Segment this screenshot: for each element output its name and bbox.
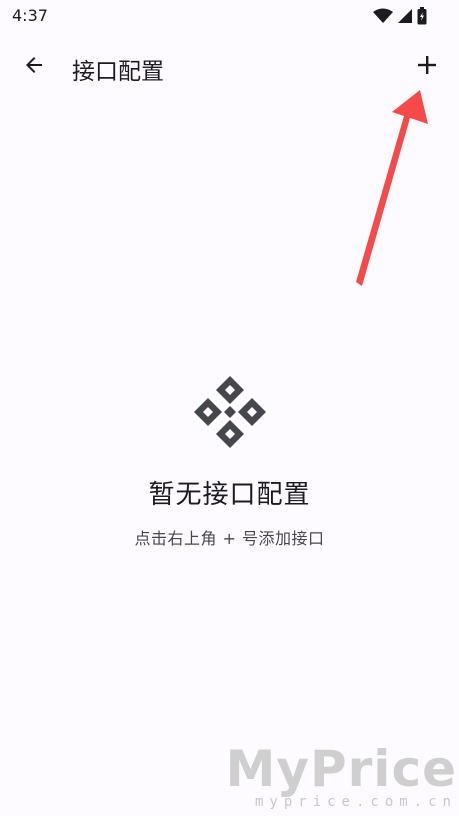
watermark: MyPrice myprice.com.cn (226, 742, 457, 810)
empty-state-hint: 点击右上角 + 号添加接口 (134, 529, 325, 548)
plus-icon (416, 54, 438, 80)
empty-state: 暂无接口配置 点击右上角 + 号添加接口 (0, 372, 459, 549)
empty-state-title: 暂无接口配置 (148, 480, 311, 510)
battery-icon (417, 7, 427, 29)
arrow-left-icon (22, 53, 46, 81)
wifi-icon (373, 8, 393, 28)
status-time: 4:37 (12, 6, 48, 25)
app-bar: 接口配置 (0, 38, 459, 96)
status-bar: 4:37 (0, 0, 459, 34)
watermark-url: myprice.com.cn (254, 794, 457, 810)
add-button[interactable] (407, 47, 447, 87)
watermark-logo: MyPrice (225, 740, 457, 798)
status-icons (373, 7, 427, 29)
page-title: 接口配置 (72, 59, 164, 85)
diamond-logo-icon (0, 372, 459, 452)
back-button[interactable] (14, 47, 54, 87)
signal-icon (397, 8, 413, 28)
